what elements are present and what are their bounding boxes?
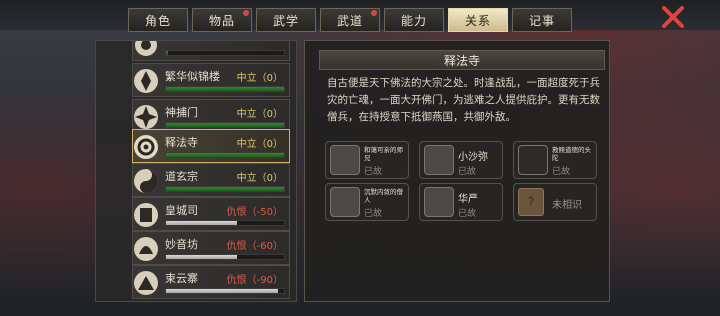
- member-name: 华严: [458, 194, 478, 205]
- panel-title: 释法寺: [319, 50, 605, 70]
- tab-items[interactable]: 物品: [192, 8, 252, 32]
- member-card[interactable]: 华严 已故: [419, 183, 503, 221]
- faction-item[interactable]: 皇城司 仇恨（-50）: [132, 197, 290, 231]
- avatar: [424, 145, 454, 175]
- faction-item[interactable]: [132, 41, 290, 61]
- member-card[interactable]: 和蔼可亲的师兄 已故: [325, 141, 409, 179]
- faction-status: 中立（0）: [236, 139, 283, 150]
- member-state: 已故: [552, 167, 571, 177]
- reputation-bar: [165, 122, 285, 128]
- reputation-bar-fill: [166, 289, 279, 293]
- member-card[interactable]: 救赎道德的头陀 已故: [513, 141, 597, 179]
- faction-emblem-icon: [134, 105, 158, 129]
- tab-martial-way[interactable]: 武道: [320, 8, 380, 32]
- avatar: [330, 145, 360, 175]
- faction-item[interactable]: 道玄宗 中立（0）: [132, 163, 290, 197]
- reputation-bar: [165, 152, 285, 158]
- faction-emblem-icon: [135, 41, 157, 56]
- tab-character[interactable]: 角色: [128, 8, 188, 32]
- faction-name: 皇城司: [165, 204, 198, 217]
- reputation-bar: [165, 288, 285, 294]
- tab-abilities[interactable]: 能力: [384, 8, 444, 32]
- tab-label: 物品: [208, 13, 235, 28]
- faction-status: 仇恨（-90）: [226, 275, 283, 286]
- tab-martial-arts[interactable]: 武学: [256, 8, 316, 32]
- unknown-member-icon: ?: [518, 188, 544, 216]
- faction-name: 神捕门: [165, 106, 198, 119]
- member-state: 已故: [458, 209, 477, 219]
- faction-status: 中立（0）: [236, 73, 283, 84]
- faction-status: 中立（0）: [236, 109, 283, 120]
- tab-relations[interactable]: 关系: [448, 8, 508, 32]
- faction-name: 束云寨: [165, 272, 198, 285]
- member-state: 已故: [364, 167, 383, 177]
- tab-label: 角色: [144, 13, 171, 28]
- tab-label: 武学: [272, 13, 299, 28]
- faction-item[interactable]: 束云寨 仇恨（-90）: [132, 265, 290, 299]
- faction-name: 释法寺: [165, 136, 198, 149]
- reputation-bar-fill: [166, 187, 284, 191]
- reputation-bar: [165, 86, 285, 92]
- reputation-bar-fill: [166, 87, 284, 91]
- faction-status: 中立（0）: [236, 173, 283, 184]
- reputation-bar-fill: [166, 255, 237, 259]
- reputation-bar-fill: [166, 51, 169, 55]
- member-name: 未相识: [552, 200, 582, 211]
- notification-dot: [371, 10, 377, 16]
- reputation-bar: [165, 254, 285, 260]
- member-name: 小沙弥: [458, 152, 488, 163]
- reputation-bar: [165, 186, 285, 192]
- close-icon[interactable]: [660, 4, 686, 30]
- faction-status: 仇恨（-50）: [226, 207, 283, 218]
- faction-name: 繁华似锦楼: [165, 70, 220, 83]
- notification-dot: [243, 10, 249, 16]
- faction-status: 仇恨（-60）: [226, 241, 283, 252]
- yin-yang-icon: [134, 169, 158, 193]
- reputation-bar: [165, 220, 285, 226]
- avatar: [424, 187, 454, 217]
- faction-emblem-icon: [134, 237, 158, 261]
- avatar: [518, 145, 548, 175]
- member-state: 已故: [458, 167, 477, 177]
- tab-label: 记事: [528, 13, 555, 28]
- tab-label: 能力: [400, 13, 427, 28]
- reputation-bar-fill: [166, 221, 237, 225]
- faction-item-selected[interactable]: 释法寺 中立（0）: [132, 129, 290, 163]
- reputation-bar-fill: [166, 123, 284, 127]
- faction-description: 自古便是天下佛法的大宗之处。时逢战乱，一面超度死于兵灾的亡魂，一面大开佛门，为逃…: [327, 77, 600, 123]
- faction-emblem-icon: [134, 271, 158, 295]
- member-card[interactable]: 小沙弥 已故: [419, 141, 503, 179]
- tab-journal[interactable]: 记事: [512, 8, 572, 32]
- faction-item[interactable]: 神捕门 中立（0）: [132, 99, 290, 133]
- faction-detail-panel: 释法寺 自古便是天下佛法的大宗之处。时逢战乱，一面超度死于兵灾的亡魂，一面大开佛…: [304, 40, 610, 302]
- member-name: 和蔼可亲的师兄: [364, 146, 403, 162]
- faction-name: 道玄宗: [165, 170, 198, 183]
- faction-list[interactable]: 繁华似锦楼 中立（0） 神捕门 中立（0） 释法寺 中立（0） 道玄宗 中立（0…: [95, 40, 297, 302]
- member-state: 已故: [364, 209, 383, 219]
- faction-emblem-icon: [134, 135, 158, 159]
- faction-name: 妙音坊: [165, 238, 198, 251]
- member-card-unknown[interactable]: ? 未相识: [513, 183, 597, 221]
- member-name: 救赎道德的头陀: [552, 146, 591, 162]
- faction-emblem-icon: [134, 203, 158, 227]
- member-name: 沉默内敛的僧人: [364, 188, 403, 204]
- member-card[interactable]: 沉默内敛的僧人 已故: [325, 183, 409, 221]
- tab-bar: 角色 物品 武学 武道 能力 关系 记事: [128, 8, 572, 32]
- tab-label: 武道: [336, 13, 363, 28]
- faction-emblem-icon: [134, 69, 158, 93]
- faction-item[interactable]: 繁华似锦楼 中立（0）: [132, 63, 290, 97]
- avatar: [330, 187, 360, 217]
- tab-label: 关系: [464, 13, 491, 28]
- reputation-bar-fill: [166, 153, 284, 157]
- reputation-bar: [165, 50, 285, 56]
- faction-item[interactable]: 妙音坊 仇恨（-60）: [132, 231, 290, 265]
